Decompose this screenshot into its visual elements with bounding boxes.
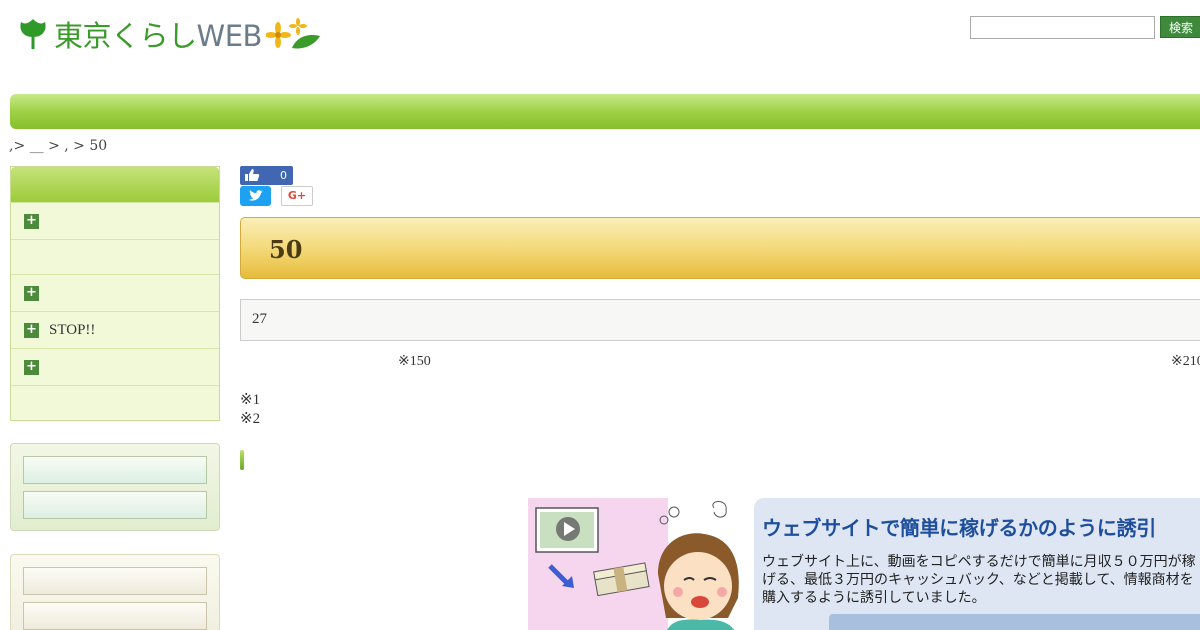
sidebar-item-6[interactable]	[11, 385, 219, 420]
sidebar-item-5[interactable]: +	[11, 348, 219, 385]
plus-icon[interactable]: +	[24, 285, 39, 301]
like-count: 0	[280, 169, 287, 182]
logo-text: 東京くらしWEB	[54, 13, 262, 55]
sidebar-banner-box	[10, 443, 220, 531]
sidebar-banner-button-1[interactable]	[23, 456, 207, 484]
note-1: ※1	[240, 392, 261, 408]
logo-text-web: WEB	[196, 19, 263, 53]
page-title-bar: 50	[240, 217, 1200, 279]
twitter-bird-icon	[249, 190, 263, 201]
google-plus-button[interactable]: G+	[281, 186, 313, 206]
info-box-text: 27	[252, 311, 267, 327]
page-title: 50	[269, 235, 303, 264]
global-nav-bar	[10, 94, 1200, 129]
note-210: ※210	[1171, 354, 1200, 369]
sidebar-item-3[interactable]: +	[11, 274, 219, 311]
plus-icon[interactable]: +	[24, 359, 39, 375]
breadcrumb[interactable]: ,> __ > , > 50	[9, 138, 107, 154]
plus-icon[interactable]: +	[24, 322, 39, 338]
sidebar-link-button-1[interactable]	[23, 567, 207, 595]
search-form: 検索	[970, 16, 1200, 39]
tweet-button[interactable]	[240, 186, 271, 206]
panel-next-section	[829, 614, 1200, 630]
sidebar-header	[11, 167, 219, 202]
logo-text-jp: 東京くらし	[54, 19, 197, 53]
search-input[interactable]	[970, 16, 1155, 39]
ginkgo-leaf-icon	[20, 19, 46, 49]
info-panel: ウェブサイトで簡単に稼げるかのように誘引 ウェブサイト上に、動画をコピペするだけ…	[754, 498, 1200, 630]
scam-illustration	[528, 498, 739, 630]
note-2: ※2	[240, 411, 261, 427]
sidebar-item-label: STOP!!	[49, 321, 96, 338]
plus-icon[interactable]: +	[24, 213, 39, 229]
sidebar-item-stop[interactable]: + STOP!!	[11, 311, 219, 348]
facebook-like-button[interactable]: 0	[240, 166, 293, 185]
sidebar-item-2[interactable]	[11, 239, 219, 274]
sidebar-link-button-2[interactable]	[23, 602, 207, 630]
note-150: ※150	[398, 354, 431, 369]
search-button[interactable]: 検索	[1160, 16, 1200, 38]
panel-title: ウェブサイトで簡単に稼げるかのように誘引	[762, 516, 1156, 540]
site-logo[interactable]: 東京くらしWEB	[18, 14, 322, 54]
info-box: 27	[240, 299, 1200, 341]
sidebar-banner-button-2[interactable]	[23, 491, 207, 519]
sidebar-menu: + + + STOP!! +	[10, 166, 220, 421]
panel-body: ウェブサイト上に、動画をコピペするだけで簡単に月収５０万円が稼げる、最低３万円の…	[762, 554, 1196, 606]
thumbs-up-icon	[245, 169, 260, 181]
flower-icon	[265, 18, 320, 49]
sidebar-item-1[interactable]: +	[11, 202, 219, 239]
sidebar-link-box	[10, 554, 220, 630]
section-marker	[240, 450, 244, 470]
